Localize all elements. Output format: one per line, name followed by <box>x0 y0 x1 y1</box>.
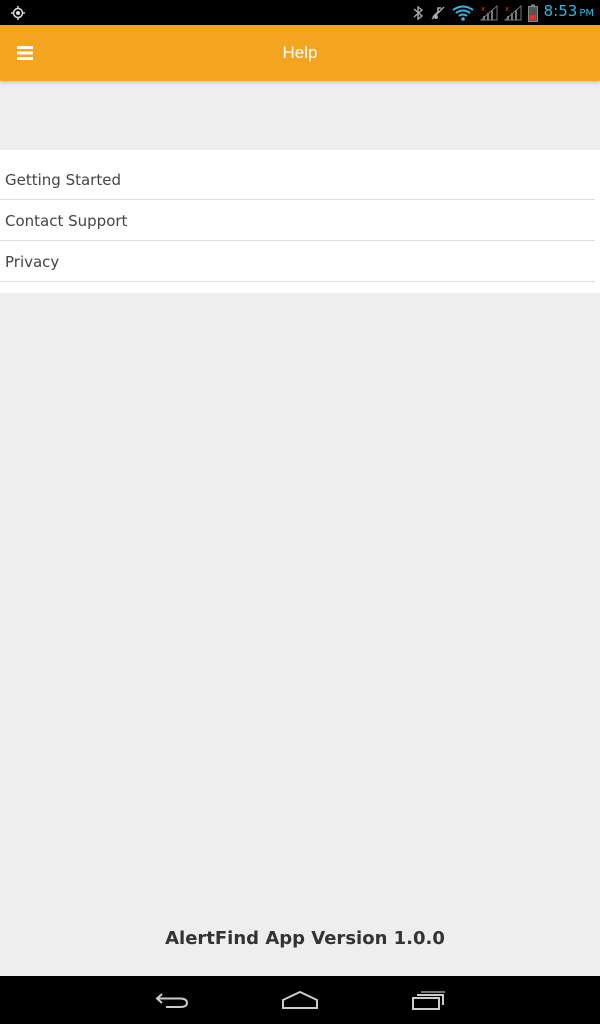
app-bar: Help <box>0 25 600 81</box>
back-button[interactable] <box>146 984 198 1016</box>
hamburger-menu-icon <box>17 46 33 60</box>
list-item-getting-started[interactable]: Getting Started <box>0 160 595 200</box>
list-item-privacy[interactable]: Privacy <box>0 242 595 282</box>
back-icon <box>155 993 189 1008</box>
status-bar: x x 8:53 PM <box>0 0 600 25</box>
svg-text:x: x <box>481 5 485 13</box>
recents-button[interactable] <box>403 984 455 1016</box>
status-time: 8:53 PM <box>543 2 594 20</box>
wifi-icon <box>452 5 474 21</box>
home-button[interactable] <box>274 984 326 1016</box>
battery-icon <box>527 4 538 22</box>
home-icon <box>282 990 318 1009</box>
recents-icon <box>412 991 445 1010</box>
list-item-label: Privacy <box>5 252 60 271</box>
list-item-contact-support[interactable]: Contact Support <box>0 201 595 241</box>
status-icons: x x 8:53 PM <box>412 0 594 25</box>
list-item-label: Getting Started <box>5 170 121 189</box>
app-version-label: AlertFind App Version 1.0.0 <box>165 928 445 949</box>
navigation-bar <box>0 976 600 1024</box>
bluetooth-icon <box>413 5 423 20</box>
location-icon <box>11 6 25 20</box>
svg-text:x: x <box>505 5 509 13</box>
menu-button[interactable] <box>5 33 45 73</box>
signal-icon: x <box>503 4 522 20</box>
signal-icon: x <box>479 4 498 20</box>
help-screen: x x 8:53 PM Help Getting Started Contact… <box>0 0 600 1024</box>
page-title: Help <box>282 43 318 62</box>
help-menu-list: Getting Started Contact Support Privacy <box>0 150 600 293</box>
list-item-label: Contact Support <box>5 211 128 230</box>
mute-icon <box>431 6 445 19</box>
